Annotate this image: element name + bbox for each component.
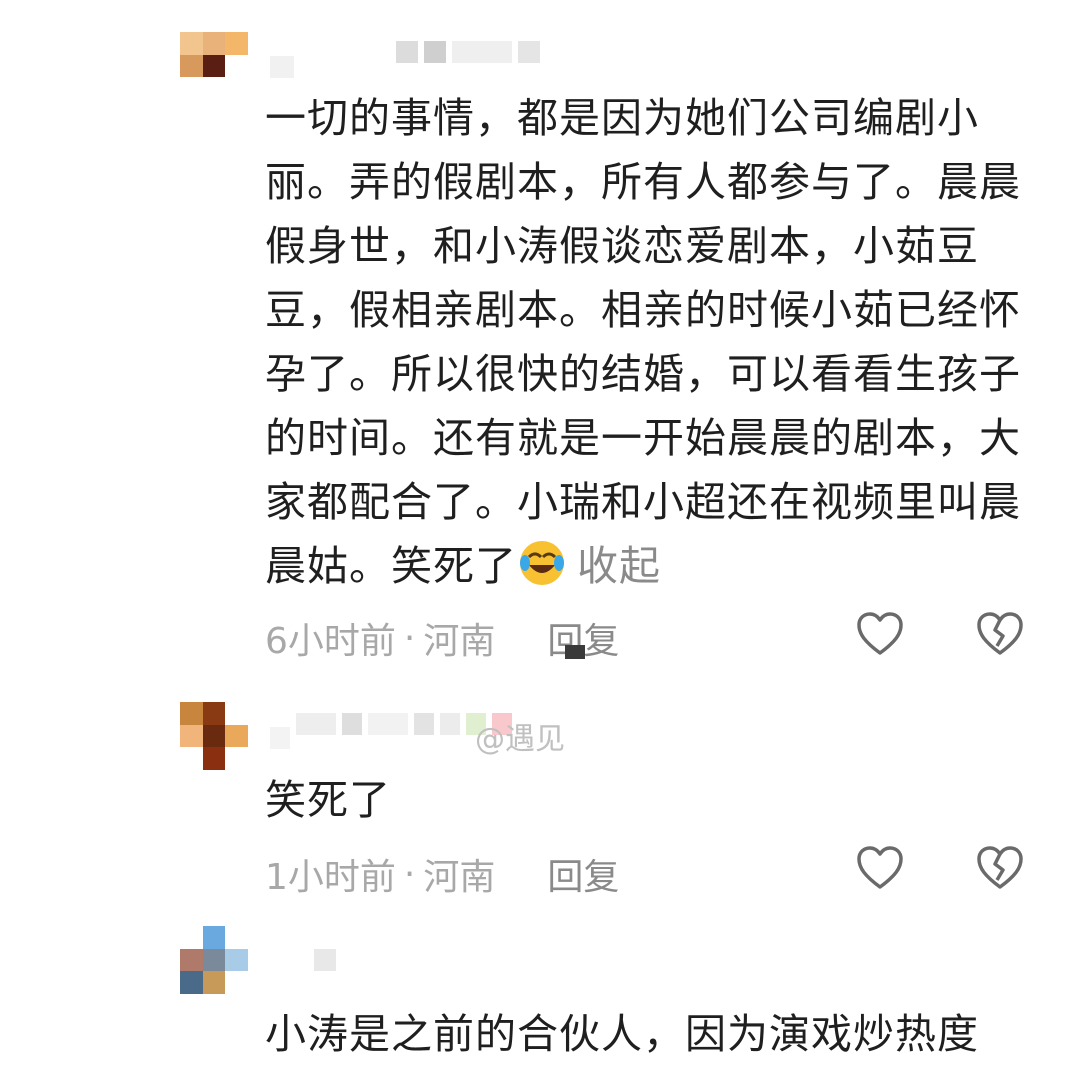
collapse-link[interactable]: 收起 (577, 542, 661, 590)
heart-outline-icon[interactable] (855, 610, 905, 660)
laughing-tears-emoji-icon (520, 541, 564, 585)
broken-heart-icon[interactable] (975, 610, 1025, 660)
comment-item: @遇见 笑死了 1小时前 · 河南 回复 (0, 680, 1080, 920)
comment-body: 一切的事情，都是因为她们公司编剧小丽。弄的假剧本，所有人都参与了。晨晨假身世，和… (265, 94, 1021, 590)
username-pixelated[interactable] (270, 700, 630, 749)
avatar[interactable] (180, 702, 248, 770)
cursor-marker (565, 645, 585, 659)
username-pixelated[interactable] (270, 28, 630, 78)
comment-text: 笑死了 (265, 776, 391, 824)
comment-time: 1小时前 (265, 857, 396, 898)
comment-meta: 1小时前 · 河南 回复 (265, 848, 619, 900)
avatar[interactable] (180, 32, 248, 100)
comment-item: 小涛是之前的合伙人，因为演戏炒热度 (0, 920, 1080, 1082)
comment-item: 一切的事情，都是因为她们公司编剧小丽。弄的假剧本，所有人都参与了。晨晨假身世，和… (0, 0, 1080, 680)
meta-separator: · (403, 853, 416, 895)
reply-button[interactable]: 回复 (547, 848, 619, 900)
comment-location: 河南 (423, 621, 496, 662)
broken-heart-icon[interactable] (975, 844, 1025, 894)
username-pixelated[interactable] (270, 936, 630, 984)
comment-text: 一切的事情，都是因为她们公司编剧小丽。弄的假剧本，所有人都参与了。晨晨假身世，和… (265, 86, 1035, 598)
reply-to-mention[interactable]: @遇见 (475, 714, 565, 758)
heart-outline-icon[interactable] (855, 844, 905, 894)
comment-location: 河南 (423, 857, 496, 898)
comment-time: 6小时前 (265, 621, 396, 662)
meta-separator: · (403, 617, 416, 659)
avatar[interactable] (180, 926, 248, 994)
comment-text: 小涛是之前的合伙人，因为演戏炒热度 (265, 1010, 979, 1058)
